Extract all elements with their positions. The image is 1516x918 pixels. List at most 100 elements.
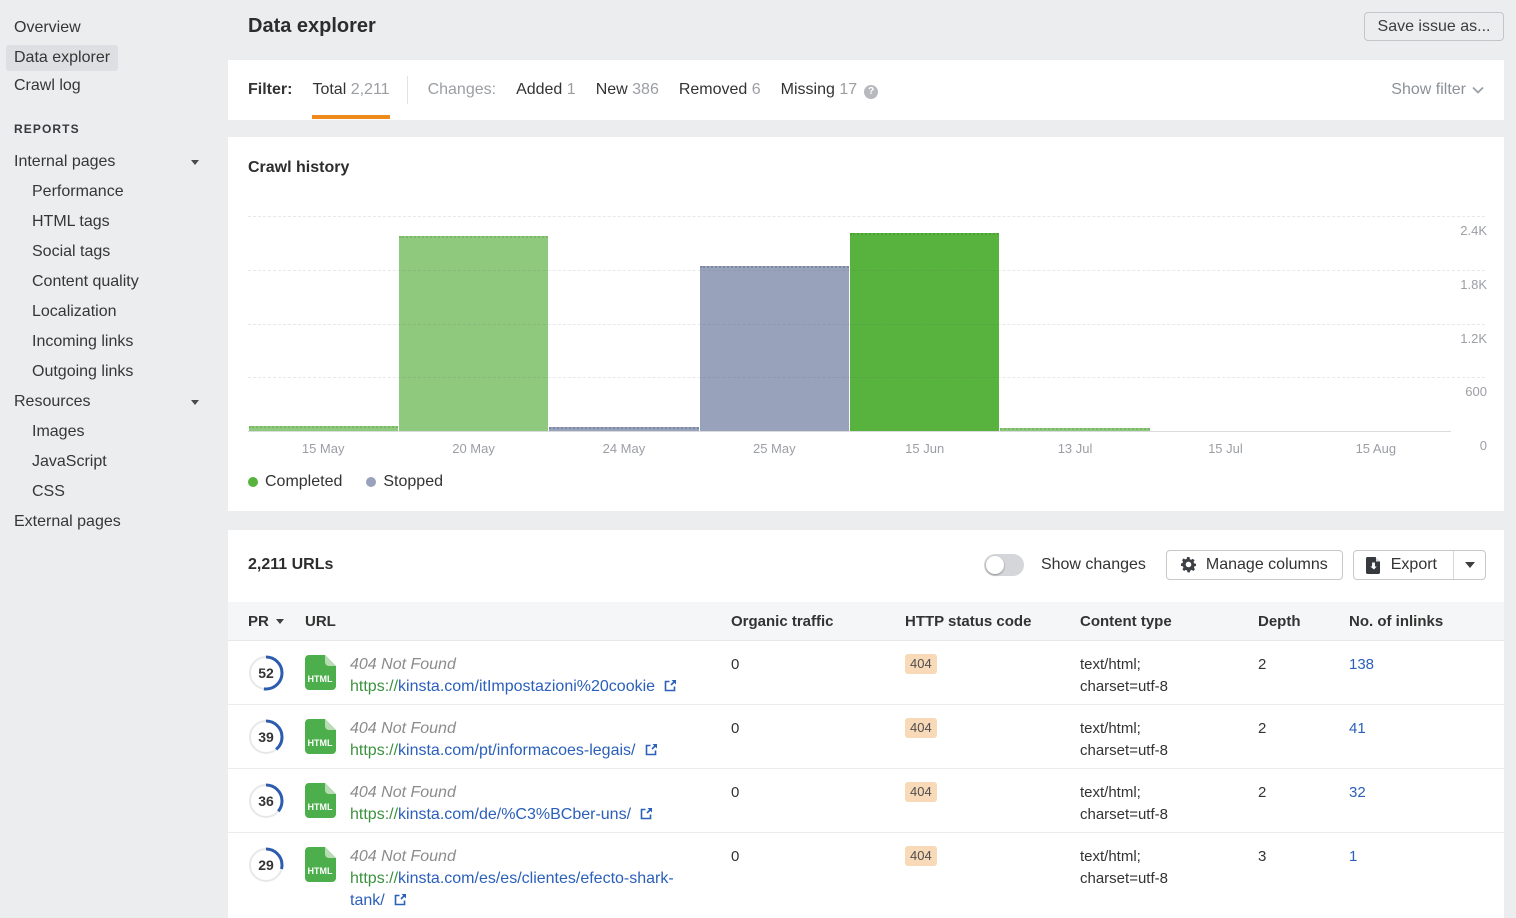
y-axis-tick-label: 1.8K — [1460, 277, 1487, 292]
legend-item-stopped: Stopped — [366, 473, 443, 491]
inlinks-link[interactable]: 138 — [1349, 656, 1374, 673]
url-link[interactable]: https://kinsta.com/es/es/clientes/efecto… — [350, 870, 674, 909]
sidebar-item-external-pages[interactable]: External pages — [0, 507, 228, 536]
sidebar-item-incoming-links[interactable]: Incoming links — [0, 327, 228, 357]
column-header-url[interactable]: URL — [305, 613, 731, 630]
x-axis-tick-label: 15 Aug — [1301, 441, 1451, 456]
filter-chip-value: 6 — [752, 81, 761, 98]
url-link[interactable]: https://kinsta.com/pt/informacoes-legais… — [350, 742, 658, 759]
sidebar-item-overview[interactable]: Overview — [0, 13, 228, 42]
sidebar-item-resources[interactable]: Resources — [0, 387, 228, 417]
y-axis-tick-label: 1.2K — [1460, 331, 1487, 346]
pr-badge: 36 — [248, 783, 284, 819]
status-404-badge: 404 — [905, 782, 937, 802]
sidebar-item-javascript[interactable]: JavaScript — [0, 447, 228, 477]
sidebar-item-images[interactable]: Images — [0, 417, 228, 447]
manage-columns-button[interactable]: Manage columns — [1166, 550, 1343, 580]
sidebar-item-social-tags[interactable]: Social tags — [0, 237, 228, 267]
pr-value: 36 — [248, 783, 284, 819]
column-header-depth[interactable]: Depth — [1258, 613, 1349, 630]
html-file-icon-wrap: HTML — [305, 846, 336, 886]
column-header-http-status-code[interactable]: HTTP status code — [905, 613, 1080, 630]
pr-badge: 39 — [248, 719, 284, 755]
sidebar-item-localization[interactable]: Localization — [0, 297, 228, 327]
sidebar-item-content-quality[interactable]: Content quality — [0, 267, 228, 297]
svg-text:HTML: HTML — [308, 802, 333, 812]
inlinks-link[interactable]: 41 — [1349, 720, 1366, 737]
filter-chip-removed[interactable]: Removed 6 — [679, 81, 761, 99]
filter-tab-total[interactable]: Total 2,211 — [312, 60, 389, 120]
chart-legend: Completed Stopped — [248, 473, 467, 491]
x-axis-tick-label: 24 May — [549, 441, 699, 456]
cell-http-status: 404 — [905, 718, 1080, 762]
external-link-icon — [664, 679, 677, 692]
column-header-label: Depth — [1258, 613, 1301, 630]
sidebar-item-internal-pages[interactable]: Internal pages — [0, 147, 228, 177]
show-changes-label: Show changes — [1041, 556, 1146, 574]
cell-url: HTML404 Not Foundhttps://kinsta.com/itIm… — [305, 654, 731, 698]
content-type-line: text/html; — [1080, 718, 1258, 740]
legend-item-completed: Completed — [248, 473, 342, 491]
show-filter-button[interactable]: Show filter — [1391, 81, 1484, 99]
crawl-history-card: Crawl history 2.4K1.8K1.2K6000 15 May20 … — [228, 137, 1504, 511]
cell-url: HTML404 Not Foundhttps://kinsta.com/pt/i… — [305, 718, 731, 762]
legend-label: Stopped — [383, 473, 443, 491]
sidebar-item-label: Images — [32, 423, 84, 440]
sidebar-item-label: JavaScript — [32, 453, 107, 470]
inlinks-link[interactable]: 32 — [1349, 784, 1366, 801]
caret-down-icon — [191, 400, 199, 405]
x-axis-tick-label: 15 May — [248, 441, 398, 456]
column-header-no-of-inlinks[interactable]: No. of inlinks — [1349, 613, 1504, 630]
export-label: Export — [1391, 556, 1437, 574]
url-cell-text: 404 Not Foundhttps://kinsta.com/itImpost… — [350, 654, 677, 698]
column-header-content-type[interactable]: Content type — [1080, 613, 1258, 630]
sidebar-item-outgoing-links[interactable]: Outgoing links — [0, 357, 228, 387]
filter-total-value: 2,211 — [351, 81, 390, 98]
chart-bar-15-jun[interactable] — [850, 233, 999, 431]
cell-url: HTML 404 Not Foundhttps://kinsta.com/de/%… — [305, 782, 731, 826]
sidebar-item-label: Performance — [32, 183, 124, 200]
sidebar-item-label: Content quality — [32, 273, 139, 290]
chart-bar-25-may[interactable] — [700, 266, 849, 431]
filter-chip-added[interactable]: Added 1 — [516, 81, 576, 99]
filter-chip-missing[interactable]: Missing 17? — [781, 81, 878, 99]
column-header-organic-traffic[interactable]: Organic traffic — [731, 613, 905, 630]
filter-chip-new[interactable]: New 386 — [596, 81, 659, 99]
sidebar-item-html-tags[interactable]: HTML tags — [0, 207, 228, 237]
url-link[interactable]: https://kinsta.com/de/%C3%BCber-uns/ — [350, 806, 653, 823]
chart-x-axis-labels: 15 May20 May24 May25 May15 Jun13 Jul15 J… — [248, 441, 1451, 456]
sort-descending-icon — [276, 619, 284, 624]
url-link[interactable]: https://kinsta.com/itImpostazioni%20cook… — [350, 678, 677, 695]
sidebar-item-crawl-log[interactable]: Crawl log — [0, 71, 228, 100]
sidebar-item-css[interactable]: CSS — [0, 477, 228, 507]
legend-label: Completed — [265, 473, 342, 491]
url-page-title: 404 Not Found — [350, 718, 658, 740]
cell-organic-traffic: 0 — [731, 846, 905, 912]
sidebar-item-label: Incoming links — [32, 333, 133, 350]
inlinks-link[interactable]: 1 — [1349, 848, 1357, 865]
cell-pr: 39 — [228, 718, 305, 762]
x-axis-tick-label: 15 Jun — [850, 441, 1000, 456]
export-button[interactable]: Export — [1354, 551, 1453, 579]
help-icon[interactable]: ? — [864, 85, 878, 99]
caret-down-icon — [191, 160, 199, 165]
crawl-history-title: Crawl history — [248, 159, 349, 177]
column-header-label: HTTP status code — [905, 613, 1031, 630]
save-issue-as-button[interactable]: Save issue as... — [1364, 12, 1504, 41]
sidebar-item-performance[interactable]: Performance — [0, 177, 228, 207]
chart-bar-20-may[interactable] — [399, 236, 548, 431]
filter-chip-value: 17 — [839, 81, 857, 98]
page-header: Data explorer Save issue as... — [228, 0, 1504, 60]
cell-organic-traffic: 0 — [731, 718, 905, 762]
cell-content-type: text/html;charset=utf-8 — [1080, 654, 1258, 698]
url-scheme: https:// — [350, 806, 398, 823]
cell-http-status: 404 — [905, 846, 1080, 912]
column-header-pr[interactable]: PR — [228, 613, 305, 630]
export-dropdown-arrow[interactable] — [1453, 551, 1485, 579]
chart-gridline — [248, 377, 1485, 378]
show-changes-toggle[interactable] — [984, 554, 1024, 576]
sidebar-item-data-explorer[interactable]: Data explorer — [0, 42, 228, 71]
url-cell-text: 404 Not Foundhttps://kinsta.com/de/%C3%B… — [350, 782, 653, 826]
sidebar: OverviewData explorerCrawl logREPORTSInt… — [0, 0, 228, 918]
sidebar-item-label: Internal pages — [14, 153, 115, 170]
